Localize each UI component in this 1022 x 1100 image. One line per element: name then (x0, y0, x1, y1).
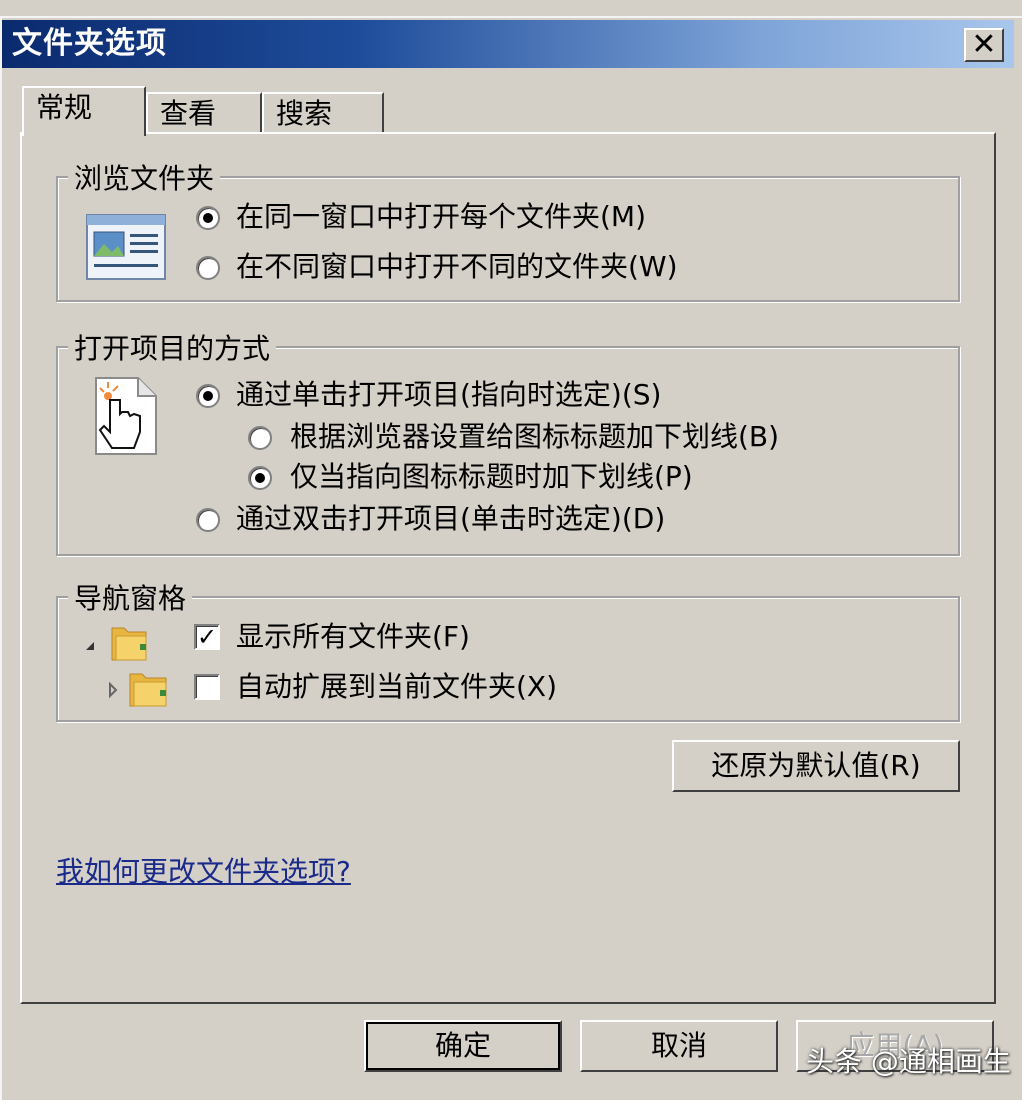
option-double-click-label[interactable]: 通过双击打开项目(单击时选定)(D) (236, 502, 665, 536)
ok-button[interactable]: 确定 (364, 1020, 562, 1072)
radio-single-click[interactable] (196, 384, 220, 408)
navigation-pane-legend: 导航窗格 (68, 582, 193, 616)
watermark-text: 头条 @通相画生 (806, 1045, 1011, 1078)
click-items-legend: 打开项目的方式 (68, 332, 277, 366)
window-title: 文件夹选项 (12, 26, 167, 61)
cancel-button[interactable]: 取消 (580, 1020, 778, 1072)
option-auto-expand-label[interactable]: 自动扩展到当前文件夹(X) (236, 670, 557, 704)
tab-view[interactable]: 查看 (146, 92, 262, 134)
option-different-windows-label[interactable]: 在不同窗口中打开不同的文件夹(W) (236, 250, 678, 284)
hand-pointer-icon (95, 377, 157, 455)
restore-defaults-button[interactable]: 还原为默认值(R) (672, 740, 960, 792)
checkbox-show-all-folders[interactable]: ✓ (194, 624, 220, 650)
window-preview-icon (86, 214, 166, 280)
browse-folders-legend: 浏览文件夹 (68, 162, 221, 196)
tab-general[interactable]: 常规 (22, 86, 146, 136)
close-button[interactable]: ✕ (964, 28, 1004, 62)
title-bar[interactable]: 文件夹选项 (2, 20, 1014, 68)
radio-underline-point[interactable] (248, 466, 272, 490)
option-single-click-label[interactable]: 通过单击打开项目(指向时选定)(S) (236, 378, 661, 412)
radio-double-click[interactable] (196, 508, 220, 532)
radio-different-windows[interactable] (196, 256, 220, 280)
radio-underline-browser[interactable] (248, 426, 272, 450)
option-same-window-label[interactable]: 在同一窗口中打开每个文件夹(M) (236, 200, 646, 234)
help-link[interactable]: 我如何更改文件夹选项? (56, 850, 351, 890)
checkbox-auto-expand[interactable] (194, 674, 220, 700)
tab-search[interactable]: 搜索 (262, 92, 384, 134)
option-underline-point-label[interactable]: 仅当指向图标标题时加下划线(P) (290, 460, 693, 494)
expanded-folder-icon (86, 627, 147, 661)
collapsed-folder-icon (109, 673, 167, 707)
option-show-all-folders-label[interactable]: 显示所有文件夹(F) (236, 620, 470, 654)
option-underline-browser-label[interactable]: 根据浏览器设置给图标标题加下划线(B) (290, 420, 779, 454)
radio-same-window[interactable] (196, 206, 220, 230)
